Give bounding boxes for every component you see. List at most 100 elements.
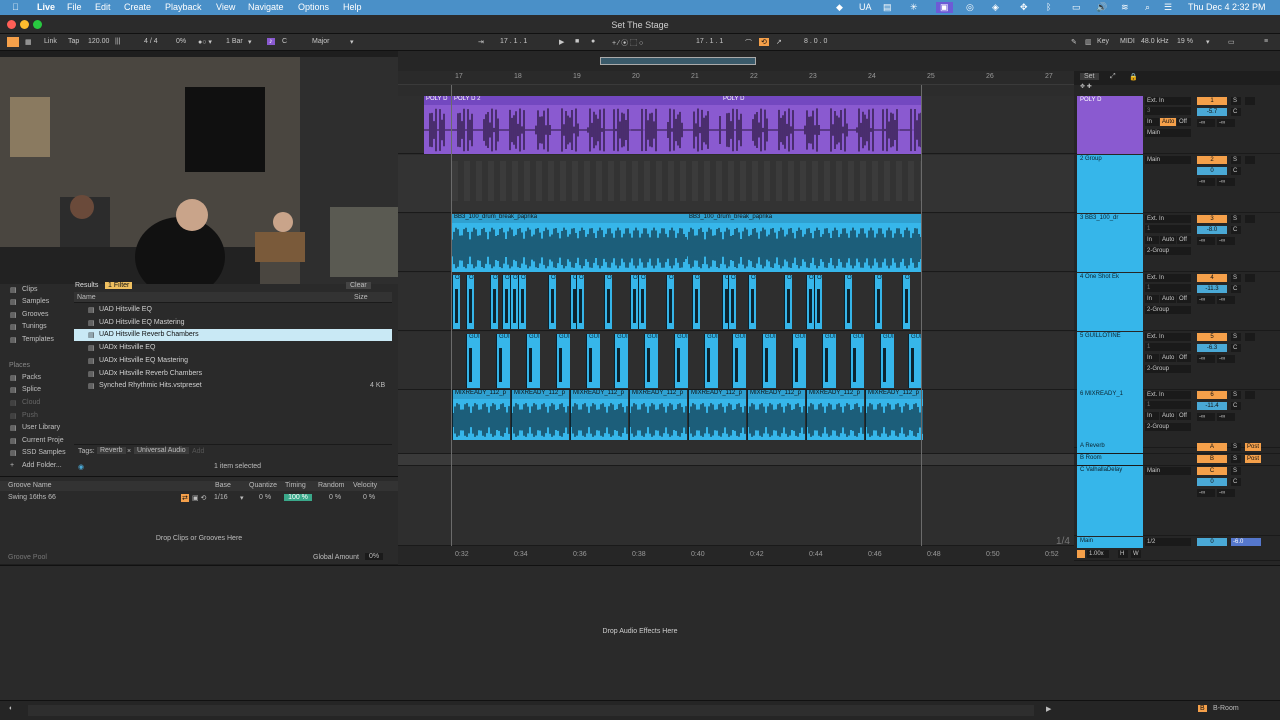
return-solo[interactable]: S (1231, 467, 1241, 475)
audio-clip[interactable]: O (510, 275, 518, 329)
place-add-folder[interactable]: Add Folder... (22, 462, 62, 469)
results-tab[interactable]: Results (75, 282, 98, 289)
audio-clip[interactable]: MIXREADY_112_p (511, 390, 569, 440)
audio-clip[interactable]: POLY D (721, 96, 922, 154)
audio-clip[interactable]: GUI (644, 334, 658, 388)
place-user-library[interactable]: User Library (22, 424, 60, 431)
place-cloud[interactable]: Cloud (22, 399, 40, 406)
cue-button[interactable]: C (1231, 285, 1241, 293)
cue-button[interactable]: C (1231, 344, 1241, 352)
clock[interactable]: Thu Dec 4 2:32 PM (1188, 2, 1266, 12)
device-panel[interactable]: Drop Audio Effects Here (0, 565, 1280, 700)
arrangement-view-icon[interactable] (7, 37, 19, 47)
loop-start[interactable]: 17 . 1 . 1 (696, 38, 723, 45)
monitor-in[interactable]: In (1145, 354, 1159, 362)
audio-clip[interactable]: O (728, 275, 736, 329)
lock-icon[interactable]: 🔒 (1129, 73, 1138, 81)
file-list-item[interactable]: UAD Hitsville EQ (99, 306, 152, 313)
output-routing[interactable]: 2-Group (1145, 306, 1191, 314)
track-volume[interactable]: -11.3 (1197, 285, 1227, 293)
groove-amount[interactable]: 0% (176, 38, 186, 45)
audio-clip[interactable]: O (518, 275, 526, 329)
menu-file[interactable]: File (67, 2, 82, 12)
category-templates[interactable]: Templates (22, 336, 54, 343)
audio-clip[interactable]: O (466, 275, 474, 329)
menu-options[interactable]: Options (298, 2, 329, 12)
bluetooth-icon[interactable]: ᛒ (1046, 2, 1051, 12)
audio-clip[interactable]: MIXREADY_112_p (629, 390, 687, 440)
return-letter[interactable]: C (1197, 467, 1227, 475)
track-volume[interactable]: -8.0 (1197, 226, 1227, 234)
info-icon[interactable]: ◉ (78, 463, 84, 471)
set-button[interactable]: Set (1080, 73, 1099, 80)
loop-toggle-icon[interactable]: ⟲ (759, 38, 769, 46)
cue-button[interactable]: C (1231, 167, 1241, 175)
output-routing[interactable]: 2-Group (1145, 247, 1191, 255)
audio-clip[interactable]: GUI (556, 334, 570, 388)
return-volume[interactable]: 0 (1197, 478, 1227, 486)
file-list-item[interactable]: UADx Hitsville EQ (99, 344, 155, 351)
audio-clip[interactable]: MIXREADY_112_p (452, 390, 510, 440)
audio-clip[interactable]: O (814, 275, 822, 329)
track-name[interactable]: 4 One Shot Ek (1077, 273, 1143, 331)
track-lane[interactable]: OOOOOOOOOOOOOOOOOOOOOOO (398, 273, 1074, 331)
w-button[interactable]: W (1131, 550, 1141, 558)
category-grooves[interactable]: Grooves (22, 311, 48, 318)
return-cue[interactable]: C (1231, 478, 1241, 486)
return-lane[interactable] (398, 442, 1074, 454)
track-lane[interactable]: POLY D POLY D 2 POLY D (398, 96, 1074, 154)
time-ruler[interactable] (398, 546, 1074, 565)
volume-icon[interactable]: 🔊 (1096, 2, 1107, 13)
search-icon[interactable]: ⌕ (1145, 2, 1150, 13)
audio-clip[interactable]: GUI (586, 334, 600, 388)
play-button[interactable]: ▶ (559, 38, 564, 46)
audio-clip[interactable]: MIXREADY_112_p (865, 390, 923, 440)
quantize-menu[interactable]: 1 Bar (226, 38, 243, 45)
return-name[interactable]: C ValhallaDelay (1077, 466, 1143, 536)
track-input-channel[interactable]: 1 (1145, 225, 1191, 233)
return-letter[interactable]: B (1197, 455, 1227, 463)
audio-clip[interactable]: MIXREADY_112_p (688, 390, 746, 440)
overview-window[interactable] (600, 57, 756, 65)
loop-length[interactable]: 8 . 0 . 0 (804, 38, 827, 45)
return-lane[interactable] (398, 466, 1074, 546)
audio-clip[interactable]: O (844, 275, 852, 329)
audio-clip[interactable]: O (638, 275, 646, 329)
monitor-auto[interactable]: Auto (1160, 295, 1176, 303)
column-name[interactable]: Name (77, 294, 96, 301)
draw-icon[interactable]: ⌒ (745, 38, 752, 48)
menu-create[interactable]: Create (124, 2, 151, 12)
record-button[interactable]: ● (591, 38, 595, 45)
main-volume[interactable]: 0 (1197, 538, 1227, 546)
track-number[interactable]: 4 (1197, 274, 1227, 282)
menu-navigate[interactable]: Navigate (248, 2, 284, 12)
status-track-label[interactable]: B-Room (1213, 705, 1239, 712)
return-routing[interactable]: Main (1145, 467, 1191, 475)
audio-clip[interactable]: O (630, 275, 638, 329)
track-number[interactable]: 3 (1197, 215, 1227, 223)
audio-clip[interactable]: O (748, 275, 756, 329)
scale-mode-icon[interactable]: ♪ (267, 38, 275, 45)
add-tag-field[interactable]: Add (192, 448, 204, 455)
category-clips[interactable]: Clips (22, 286, 38, 293)
solo-button[interactable]: S (1231, 215, 1241, 223)
status-icon-3[interactable]: ✳ (910, 2, 918, 13)
place-ssd-samples[interactable]: SSD Samples (22, 449, 66, 456)
track-input-channel[interactable]: 1 (1145, 284, 1191, 292)
audio-clip[interactable]: O (874, 275, 882, 329)
main-zoom-icon[interactable] (1077, 550, 1085, 558)
place-splice[interactable]: Splice (22, 386, 41, 393)
audio-clip[interactable]: O (548, 275, 556, 329)
track-number[interactable]: 6 (1197, 391, 1227, 399)
track-lane[interactable]: BB3_100_drum_break_paprika BB3_100_drum_b… (398, 214, 1074, 272)
groove-save-icon[interactable]: ▣ ⟲ (192, 494, 206, 502)
return-name[interactable]: A Reverb (1077, 442, 1143, 453)
status-icon-2[interactable]: ▤ (883, 2, 892, 13)
h-button[interactable]: H (1118, 550, 1128, 558)
arm-button[interactable] (1245, 274, 1255, 282)
dropbox-icon[interactable]: ✥ (1020, 2, 1028, 13)
audio-clip[interactable]: O (666, 275, 674, 329)
track-name[interactable]: 2 Group (1077, 155, 1143, 213)
track-input[interactable]: Ext. In (1145, 333, 1191, 341)
audio-clip[interactable]: O (576, 275, 584, 329)
